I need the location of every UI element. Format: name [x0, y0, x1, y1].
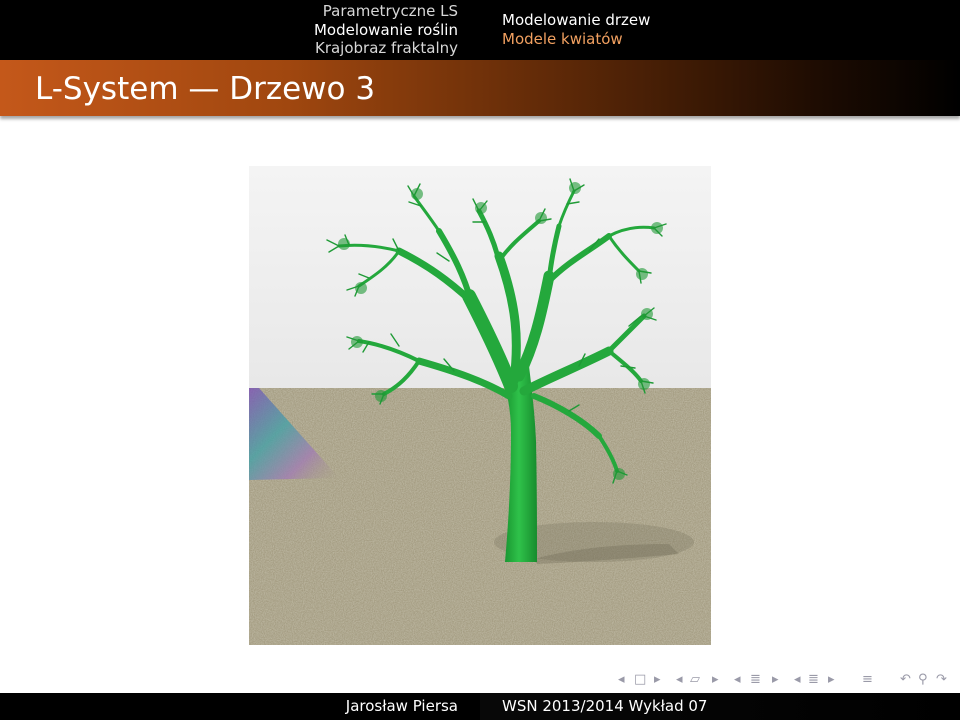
nav-back-icon[interactable]: ↶ — [900, 671, 911, 689]
nav-subsection-icon[interactable]: ▱ — [690, 671, 700, 689]
nav-section-icon[interactable]: ≣ — [750, 671, 761, 689]
nav-find-icon[interactable]: ⚲ — [918, 671, 928, 689]
nav-subsection-flower-models[interactable]: Modele kwiatów — [502, 30, 960, 49]
nav-next-subsection-icon[interactable]: ▸ — [712, 671, 719, 689]
nav-frame-icon[interactable]: □ — [634, 671, 646, 689]
nav-section-plant-modeling[interactable]: Modelowanie roślin — [0, 21, 458, 40]
nav-prev-section-icon[interactable]: ◂ — [734, 671, 741, 689]
frame-title: L-System — Drzewo 3 — [35, 71, 376, 107]
nav-next-section2-icon[interactable]: ▸ — [828, 671, 835, 689]
nav-next-icon[interactable]: ▸ — [654, 671, 661, 689]
nav-section-fractal-landscape[interactable]: Krajobraz fraktalny — [0, 39, 458, 58]
nav-prev-subsection-icon[interactable]: ◂ — [676, 671, 683, 689]
footer-author: Jarosław Piersa — [0, 693, 480, 720]
footer-course: WSN 2013/2014 Wykład 07 — [480, 693, 960, 720]
header-sections: Parametryczne LS Modelowanie roślin Kraj… — [0, 0, 480, 60]
tree-render-image — [249, 166, 711, 645]
header-subsections: Modelowanie drzew Modele kwiatów — [480, 0, 960, 60]
nav-section-parametric-ls[interactable]: Parametryczne LS — [0, 2, 458, 21]
nav-prev-icon[interactable]: ◂ — [618, 671, 625, 689]
nav-subsection-tree-modeling[interactable]: Modelowanie drzew — [502, 11, 960, 30]
nav-prev-section2-icon[interactable]: ◂ — [794, 671, 801, 689]
nav-align-icon[interactable]: ≡ — [862, 671, 873, 689]
footer: Jarosław Piersa WSN 2013/2014 Wykład 07 — [0, 693, 960, 720]
frame-title-bar: L-System — Drzewo 3 — [0, 60, 960, 116]
nav-forward-icon[interactable]: ↷ — [936, 671, 947, 689]
nav-next-section-icon[interactable]: ▸ — [772, 671, 779, 689]
nav-section2-icon[interactable]: ≣ — [808, 671, 819, 689]
navigation-symbols: ◂ □ ▸ ◂ ▱ ▸ ◂ ≣ ▸ ◂ ≣ ▸ ≡ ↶ ⚲ ↷ — [618, 671, 958, 689]
